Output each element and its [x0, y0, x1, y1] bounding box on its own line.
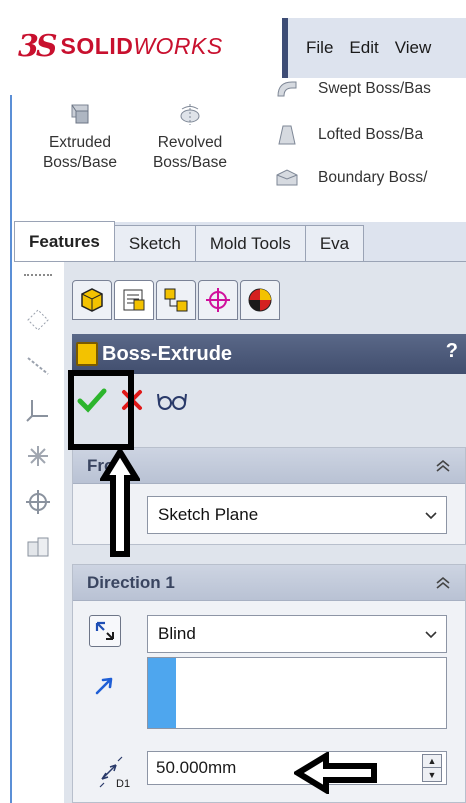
boss-extrude-icon	[76, 342, 98, 366]
axis-icon[interactable]	[24, 352, 52, 380]
revolved-label-line1: Revolved	[157, 134, 223, 151]
direction-reference-selection-box[interactable]	[147, 657, 447, 729]
center-of-mass-icon[interactable]	[24, 488, 52, 516]
collapse-chevron-icon[interactable]	[431, 454, 455, 478]
feature-title: Boss-Extrude	[102, 342, 233, 365]
swept-label: Swept Boss/Bas	[318, 80, 431, 97]
coordinate-system-icon[interactable]	[24, 396, 52, 424]
tab-display-manager[interactable]	[240, 280, 280, 320]
boundary-label: Boundary Boss/	[318, 169, 428, 186]
glasses-icon	[157, 393, 187, 410]
swept-boss-icon	[277, 81, 297, 97]
direction1-group-title: Direction 1	[87, 572, 175, 592]
spin-down-icon[interactable]: ▼	[423, 768, 441, 781]
extruded-label-line1: Extruded	[48, 134, 112, 151]
start-condition-value: Sketch Plane	[158, 505, 259, 524]
collapse-chevron-icon[interactable]	[431, 571, 455, 595]
display-manager-icon	[248, 288, 272, 312]
tab-configuration-manager[interactable]	[156, 280, 196, 320]
solidworks-logo: 3S SOLID WORKS	[18, 24, 223, 68]
swept-boss-base-button[interactable]: Swept Boss/Bas	[274, 74, 431, 104]
help-button[interactable]: ?	[446, 340, 458, 363]
feature-manager-icon	[81, 288, 103, 312]
revolved-boss-base-button[interactable]: Revolved Boss/Base	[144, 101, 236, 173]
spin-up-icon[interactable]: ▲	[423, 755, 441, 768]
active-selection-bar	[148, 658, 176, 728]
menu-bar: File Edit View	[282, 18, 466, 78]
depth-value: 50.000mm	[156, 758, 237, 777]
lofted-label: Lofted Boss/Ba	[318, 126, 424, 143]
menu-file[interactable]: File	[306, 38, 333, 58]
manager-tabs	[72, 280, 282, 320]
toolbar-grip[interactable]	[24, 274, 52, 276]
end-condition-select[interactable]: Blind	[147, 615, 447, 653]
dimxpert-icon	[206, 288, 230, 312]
command-ribbon: Extruded Boss/Base Revolved Boss/Base Sw…	[14, 78, 466, 220]
reverse-direction-icon	[95, 621, 114, 640]
reverse-direction-button[interactable]	[89, 615, 121, 647]
command-manager-tabs: Features Sketch Mold Tools Eva	[14, 221, 466, 262]
tab-feature-manager[interactable]	[72, 280, 112, 320]
boundary-boss-icon	[276, 169, 298, 186]
property-manager-icon	[123, 289, 145, 311]
depth-icon-label: D1	[116, 778, 130, 789]
configuration-manager-icon	[164, 288, 188, 312]
tab-evaluate[interactable]: Eva	[304, 225, 365, 261]
direction1-group-header[interactable]: Direction 1	[73, 565, 465, 601]
revolved-label-line2: Boss/Base	[152, 154, 228, 171]
mate-reference-icon[interactable]	[24, 534, 52, 562]
tab-mold-tools[interactable]: Mold Tools	[194, 225, 306, 261]
window-left-edge	[0, 0, 12, 803]
left-arrow-annotation	[294, 752, 377, 794]
highlight-box-annotation	[68, 370, 134, 450]
left-tool-strip	[14, 262, 64, 803]
brand-bold: SOLID	[60, 32, 134, 59]
brand-italic: WORKS	[133, 32, 223, 59]
menu-view[interactable]: View	[395, 38, 432, 58]
tab-property-manager[interactable]	[114, 280, 154, 320]
lofted-boss-base-button[interactable]: Lofted Boss/Ba	[274, 120, 423, 150]
ds-logo-mark: 3S	[18, 28, 58, 64]
revolved-boss-icon	[176, 101, 204, 127]
extruded-boss-icon	[66, 101, 94, 127]
start-condition-select[interactable]: Sketch Plane	[147, 496, 447, 534]
tab-features[interactable]: Features	[14, 221, 115, 261]
depth-spinner[interactable]: ▲ ▼	[422, 754, 442, 782]
up-arrow-annotation	[100, 448, 140, 557]
chevron-down-icon	[425, 512, 437, 520]
extruded-label-line2: Boss/Base	[42, 154, 118, 171]
tab-dimxpert-manager[interactable]	[198, 280, 238, 320]
extruded-boss-base-button[interactable]: Extruded Boss/Base	[40, 101, 120, 173]
property-manager-header: Boss-Extrude ?	[72, 334, 466, 374]
depth-dimension-icon: D1	[97, 751, 139, 791]
point-icon[interactable]	[24, 442, 52, 470]
direction1-group: Direction 1 Blind D1 50.000mm ▲ ▼	[72, 564, 466, 803]
preview-button[interactable]	[152, 380, 192, 420]
lofted-boss-icon	[278, 125, 296, 145]
boundary-boss-base-button[interactable]: Boundary Boss/	[274, 163, 427, 193]
plane-icon[interactable]	[24, 306, 52, 334]
end-condition-value: Blind	[158, 624, 196, 643]
menu-edit[interactable]: Edit	[349, 38, 378, 58]
tab-sketch[interactable]: Sketch	[113, 225, 196, 261]
chevron-down-icon	[425, 631, 437, 639]
direction-vector-icon	[89, 669, 121, 701]
